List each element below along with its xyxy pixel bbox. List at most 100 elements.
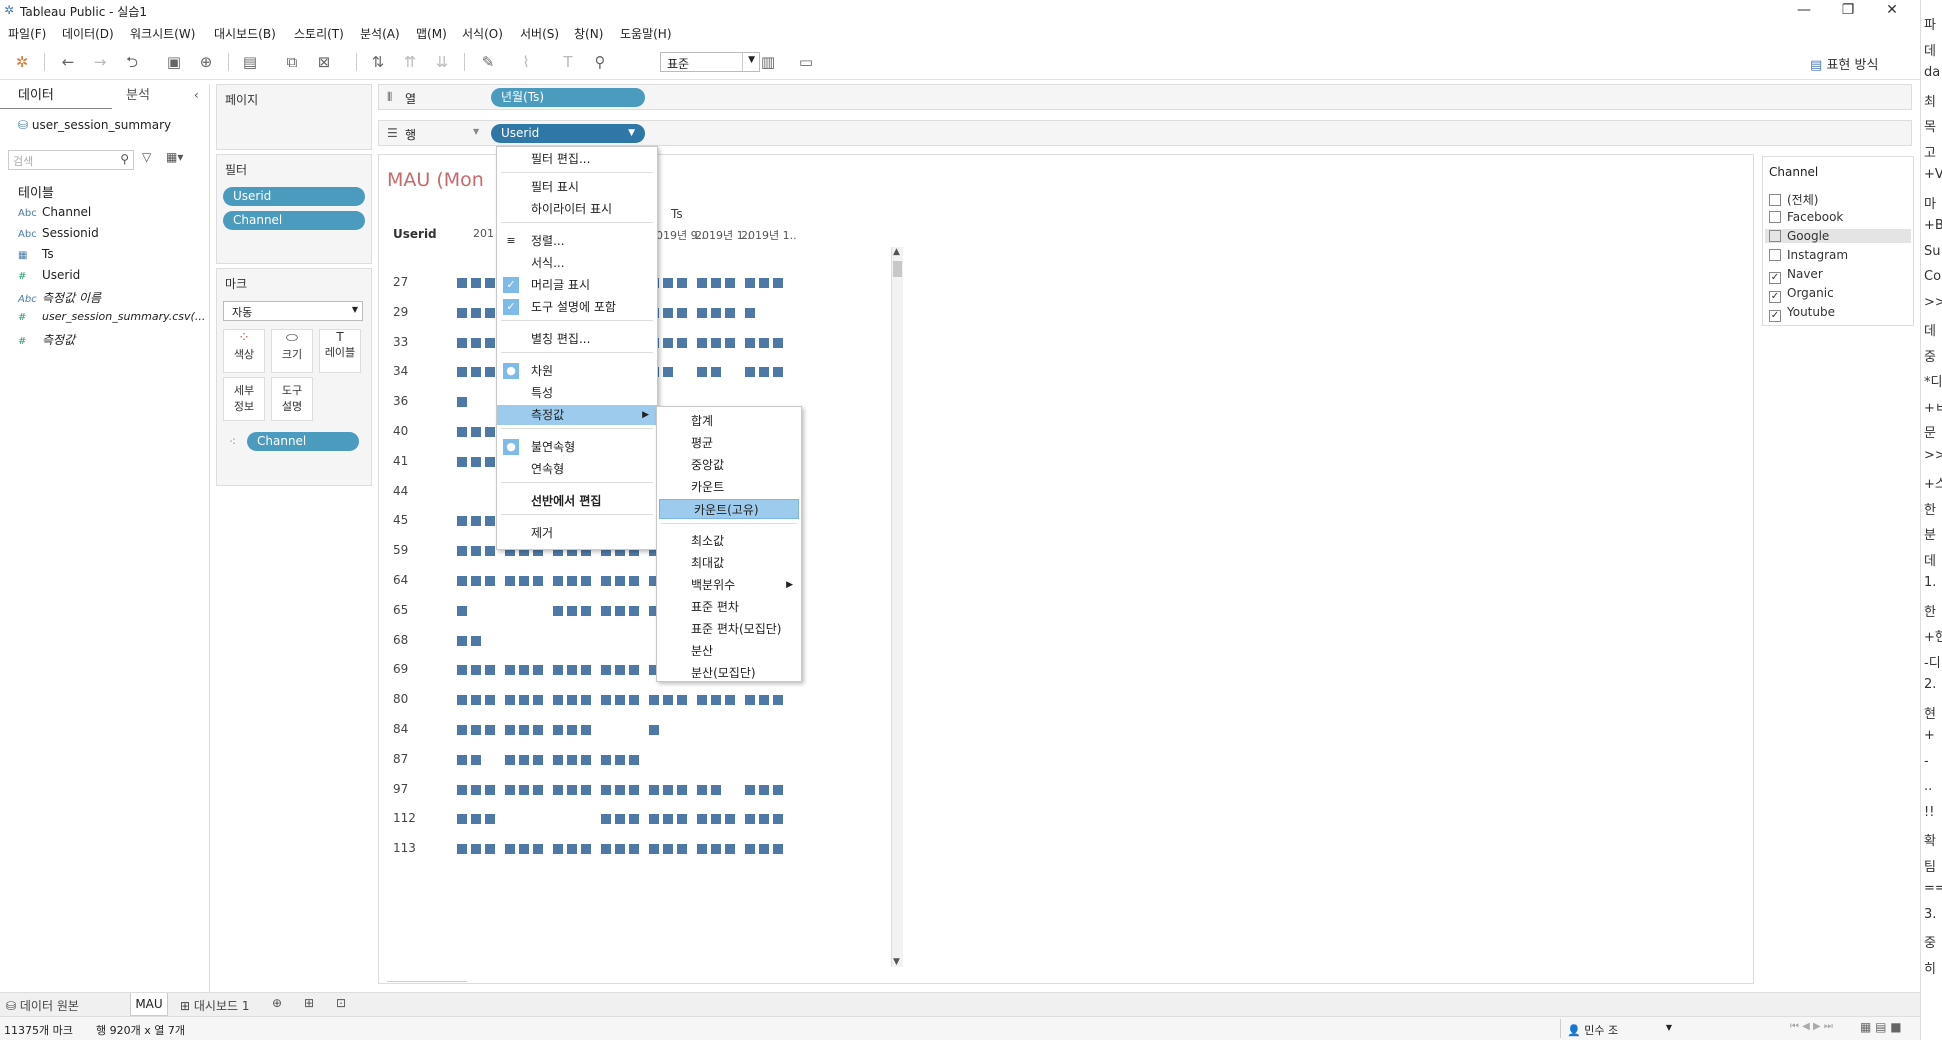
data-mark[interactable] bbox=[457, 754, 467, 765]
field-sessionid[interactable]: Abc Sessionid bbox=[18, 226, 99, 240]
data-mark[interactable] bbox=[629, 695, 639, 706]
rows-pill-userid[interactable]: Userid ▼ bbox=[491, 124, 645, 143]
data-mark[interactable] bbox=[471, 337, 481, 348]
filters-card[interactable]: 필터 Userid Channel bbox=[216, 154, 372, 264]
show-me-button[interactable]: ▤ 표현 방식 bbox=[1810, 54, 1878, 73]
data-mark[interactable] bbox=[601, 695, 611, 706]
data-mark[interactable] bbox=[629, 844, 639, 855]
data-mark[interactable] bbox=[471, 427, 481, 437]
filter-pill-channel[interactable]: Channel bbox=[223, 211, 365, 230]
data-mark[interactable] bbox=[485, 516, 495, 527]
data-mark[interactable] bbox=[471, 367, 481, 378]
menu-sort[interactable]: ≡ 정렬... bbox=[497, 231, 657, 251]
data-mark[interactable] bbox=[457, 814, 467, 825]
data-mark[interactable] bbox=[519, 784, 529, 795]
menu-show-filter[interactable]: 필터 표시 bbox=[497, 177, 657, 197]
presentation-icon[interactable]: ▭ bbox=[796, 52, 816, 72]
data-mark[interactable] bbox=[697, 844, 707, 855]
row-label[interactable]: 40 bbox=[393, 424, 408, 438]
data-mark[interactable] bbox=[629, 665, 639, 676]
data-mark[interactable] bbox=[581, 576, 591, 586]
data-mark[interactable] bbox=[615, 784, 625, 795]
data-mark[interactable] bbox=[567, 784, 577, 795]
data-mark[interactable] bbox=[581, 605, 591, 616]
label-button[interactable]: T 레이블 bbox=[319, 329, 361, 373]
data-mark[interactable] bbox=[663, 814, 673, 825]
data-mark[interactable] bbox=[677, 337, 687, 348]
show-cards-icon[interactable]: ▥ bbox=[758, 52, 778, 72]
minimize-button[interactable]: — bbox=[1782, 0, 1826, 22]
data-mark[interactable] bbox=[553, 576, 563, 586]
data-mark[interactable] bbox=[663, 307, 673, 318]
data-mark[interactable] bbox=[553, 754, 563, 765]
data-mark[interactable] bbox=[677, 814, 687, 825]
row-label[interactable]: 34 bbox=[393, 364, 408, 378]
data-mark[interactable] bbox=[773, 844, 783, 855]
data-mark[interactable] bbox=[485, 278, 495, 288]
data-mark[interactable] bbox=[471, 784, 481, 795]
pin-icon[interactable]: ⚲ bbox=[590, 52, 610, 72]
data-mark[interactable] bbox=[711, 367, 721, 378]
data-mark[interactable] bbox=[581, 754, 591, 765]
data-mark[interactable] bbox=[471, 695, 481, 706]
menu-analysis[interactable]: 분석(A) bbox=[360, 25, 400, 42]
collapse-pane-icon[interactable]: ‹ bbox=[194, 88, 199, 102]
data-mark[interactable] bbox=[553, 605, 563, 616]
data-mark[interactable] bbox=[615, 695, 625, 706]
data-mark[interactable] bbox=[457, 665, 467, 676]
data-mark[interactable] bbox=[471, 278, 481, 288]
redo-icon[interactable]: ⮌ bbox=[122, 52, 142, 72]
data-mark[interactable] bbox=[663, 844, 673, 855]
data-mark[interactable] bbox=[519, 844, 529, 855]
view-options-icon[interactable]: ▦▾ bbox=[166, 150, 183, 164]
data-mark[interactable] bbox=[485, 367, 495, 378]
data-mark[interactable] bbox=[601, 844, 611, 855]
data-mark[interactable] bbox=[457, 397, 467, 408]
data-mark[interactable] bbox=[759, 844, 769, 855]
data-mark[interactable] bbox=[457, 605, 467, 616]
new-worksheet-icon[interactable]: ⊕ bbox=[272, 996, 282, 1010]
row-label[interactable]: 64 bbox=[393, 573, 408, 587]
data-mark[interactable] bbox=[457, 516, 467, 527]
data-mark[interactable] bbox=[457, 367, 467, 378]
data-mark[interactable] bbox=[581, 725, 591, 735]
checkbox-checked-icon[interactable]: ✓ bbox=[1769, 291, 1781, 303]
row-label[interactable]: 112 bbox=[393, 811, 416, 825]
data-mark[interactable] bbox=[553, 844, 563, 855]
field-userid[interactable]: # Userid bbox=[18, 268, 80, 282]
data-mark[interactable] bbox=[697, 367, 707, 378]
scroll-down-icon[interactable]: ▼ bbox=[893, 957, 900, 967]
data-mark[interactable] bbox=[615, 665, 625, 676]
data-mark[interactable] bbox=[533, 695, 543, 706]
scrollbar[interactable]: ▲ ▼ bbox=[891, 247, 903, 967]
menu-edit-aliases[interactable]: 별칭 편집... bbox=[497, 329, 657, 349]
pages-card[interactable]: 페이지 bbox=[216, 84, 372, 150]
legend-item[interactable]: ✓ Organic bbox=[1769, 286, 1834, 303]
data-mark[interactable] bbox=[725, 844, 735, 855]
tableau-logo-icon[interactable]: ✲ bbox=[12, 52, 32, 72]
menu-format[interactable]: 서식... bbox=[497, 253, 657, 273]
data-mark[interactable] bbox=[485, 844, 495, 855]
size-button[interactable]: ⬭ 크기 bbox=[271, 329, 313, 373]
data-mark[interactable] bbox=[629, 605, 639, 616]
data-mark[interactable] bbox=[711, 278, 721, 288]
data-mark[interactable] bbox=[567, 576, 577, 586]
data-mark[interactable] bbox=[553, 695, 563, 706]
data-mark[interactable] bbox=[711, 844, 721, 855]
data-mark[interactable] bbox=[615, 605, 625, 616]
data-mark[interactable] bbox=[505, 665, 515, 676]
scrollbar-thumb[interactable] bbox=[893, 261, 902, 277]
menu-dashboard[interactable]: 대시보드(B) bbox=[214, 25, 276, 42]
data-mark[interactable] bbox=[745, 844, 755, 855]
data-mark[interactable] bbox=[485, 576, 495, 586]
data-mark[interactable] bbox=[649, 844, 659, 855]
row-label[interactable]: 113 bbox=[393, 841, 416, 855]
menu-window[interactable]: 창(N) bbox=[574, 25, 603, 42]
checkbox-icon[interactable] bbox=[1769, 194, 1781, 206]
data-mark[interactable] bbox=[615, 814, 625, 825]
data-mark[interactable] bbox=[711, 814, 721, 825]
data-mark[interactable] bbox=[759, 278, 769, 288]
row-label[interactable]: 36 bbox=[393, 394, 408, 408]
row-label[interactable]: 59 bbox=[393, 543, 408, 557]
data-mark[interactable] bbox=[485, 665, 495, 676]
